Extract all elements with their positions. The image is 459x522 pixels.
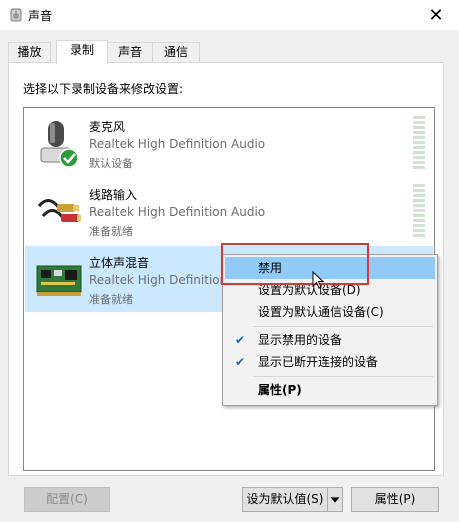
menu-item-show-disconnected[interactable]: ✔ 显示已断开连接的设备: [225, 351, 435, 373]
menu-item-label: 设置为默认通信设备(C): [258, 305, 384, 319]
set-default-button[interactable]: 设为默认值(S): [242, 487, 328, 512]
title-bar: 声音 ✕: [0, 0, 459, 30]
device-item-microphone[interactable]: 麦克风 Realtek High Definition Audio 默认设备: [25, 110, 433, 176]
context-menu: 禁用 设置为默认设备(D) 设置为默认通信设备(C) ✔ 显示禁用的设备 ✔ 显…: [222, 254, 438, 406]
menu-item-label: 显示已断开连接的设备: [258, 355, 379, 369]
menu-separator: [253, 326, 433, 327]
menu-separator: [253, 376, 433, 377]
menu-item-set-default-comm[interactable]: 设置为默认通信设备(C): [225, 301, 435, 323]
microphone-icon: [40, 121, 79, 168]
menu-item-set-default[interactable]: 设置为默认设备(D): [225, 279, 435, 301]
properties-button[interactable]: 属性(P): [351, 487, 439, 512]
close-icon: ✕: [428, 4, 444, 26]
window-title: 声音: [28, 9, 53, 23]
line-in-icon: [37, 199, 81, 222]
tab-communications[interactable]: 通信: [152, 42, 200, 63]
level-meter: [413, 116, 425, 170]
device-driver: Realtek High Definition Audio: [89, 205, 266, 219]
configure-button[interactable]: 配置(C): [24, 487, 110, 512]
check-icon: ✔: [235, 333, 246, 347]
instruction-text: 选择以下录制设备来修改设置:: [23, 82, 184, 96]
device-status: 准备就绪: [89, 225, 133, 238]
device-name: 线路输入: [89, 188, 138, 202]
device-status: 默认设备: [89, 157, 133, 170]
speaker-icon: [10, 8, 22, 22]
level-meter: [413, 184, 425, 238]
close-button[interactable]: ✕: [413, 0, 459, 30]
tab-playback[interactable]: 播放: [8, 42, 51, 63]
check-icon: ✔: [235, 355, 246, 369]
menu-item-disable[interactable]: 禁用: [225, 257, 435, 279]
set-default-dropdown-button[interactable]: [327, 487, 343, 512]
device-status: 准备就绪: [89, 293, 133, 306]
menu-item-label: 设置为默认设备(D): [258, 283, 361, 297]
tab-recording[interactable]: 录制: [56, 40, 108, 64]
device-driver: Realtek High Definition: [89, 273, 228, 287]
menu-item-show-disabled[interactable]: ✔ 显示禁用的设备: [225, 329, 435, 351]
sound-card-icon: [36, 265, 82, 296]
menu-item-properties[interactable]: 属性(P): [225, 379, 435, 401]
menu-item-label: 属性(P): [258, 383, 302, 397]
chevron-down-icon: [330, 497, 340, 503]
device-name: 立体声混音: [89, 256, 150, 270]
mouse-cursor-icon: [312, 271, 324, 289]
device-name: 麦克风: [89, 120, 126, 134]
device-item-line-in[interactable]: 线路输入 Realtek High Definition Audio 准备就绪: [25, 178, 433, 244]
menu-item-label: 显示禁用的设备: [258, 333, 343, 347]
tab-sounds[interactable]: 声音: [106, 42, 154, 63]
device-driver: Realtek High Definition Audio: [89, 137, 266, 151]
menu-item-label: 禁用: [258, 261, 283, 275]
